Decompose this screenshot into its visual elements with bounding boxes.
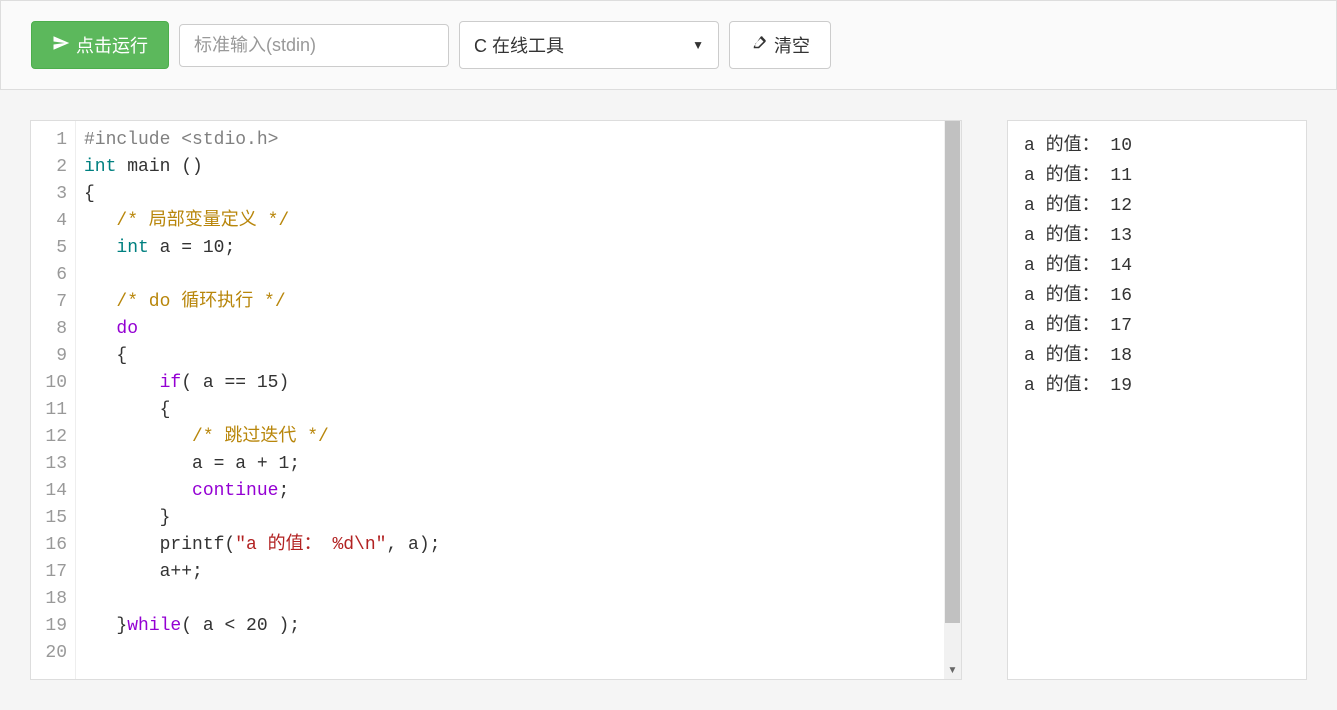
line-number: 17 (31, 559, 67, 586)
code-editor[interactable]: 1234567891011121314151617181920 #include… (30, 120, 962, 680)
scroll-thumb[interactable] (945, 121, 960, 623)
output-line: a 的值： 16 (1024, 281, 1290, 311)
line-number: 16 (31, 532, 67, 559)
line-number: 20 (31, 640, 67, 667)
line-number: 2 (31, 154, 67, 181)
line-number: 4 (31, 208, 67, 235)
clear-button-label: 清空 (774, 32, 810, 58)
line-number: 15 (31, 505, 67, 532)
run-button[interactable]: 点击运行 (31, 21, 169, 69)
line-number: 10 (31, 370, 67, 397)
output-line: a 的值： 18 (1024, 341, 1290, 371)
line-number: 8 (31, 316, 67, 343)
code-line: do (84, 316, 936, 343)
output-line: a 的值： 12 (1024, 191, 1290, 221)
line-number: 6 (31, 262, 67, 289)
line-number: 13 (31, 451, 67, 478)
toolbar: 点击运行 C 在线工具 ▼ 清空 (0, 0, 1337, 90)
code-line: { (84, 397, 936, 424)
eraser-icon (750, 34, 768, 57)
output-line: a 的值： 14 (1024, 251, 1290, 281)
output-line: a 的值： 10 (1024, 131, 1290, 161)
code-line: if( a == 15) (84, 370, 936, 397)
line-number: 19 (31, 613, 67, 640)
code-line (84, 262, 936, 289)
line-number: 12 (31, 424, 67, 451)
output-panel: a 的值： 10a 的值： 11a 的值： 12a 的值： 13a 的值： 14… (1007, 120, 1307, 680)
stdin-input[interactable] (179, 24, 449, 67)
code-line: #include <stdio.h> (84, 127, 936, 154)
output-line: a 的值： 19 (1024, 371, 1290, 401)
code-content[interactable]: #include <stdio.h>int main (){ /* 局部变量定义… (76, 121, 944, 679)
code-line (84, 586, 936, 613)
chevron-down-icon: ▼ (692, 38, 704, 52)
main-area: 1234567891011121314151617181920 #include… (0, 90, 1337, 710)
output-line: a 的值： 17 (1024, 311, 1290, 341)
code-line: /* 跳过迭代 */ (84, 424, 936, 451)
line-number: 18 (31, 586, 67, 613)
output-line: a 的值： 11 (1024, 161, 1290, 191)
code-line: /* do 循环执行 */ (84, 289, 936, 316)
output-line: a 的值： 13 (1024, 221, 1290, 251)
code-line (84, 640, 936, 667)
language-select[interactable]: C 在线工具 ▼ (459, 21, 719, 69)
line-number: 11 (31, 397, 67, 424)
line-number: 9 (31, 343, 67, 370)
code-line: a = a + 1; (84, 451, 936, 478)
line-number: 3 (31, 181, 67, 208)
scroll-down-icon[interactable]: ▼ (944, 662, 961, 679)
code-line: int a = 10; (84, 235, 936, 262)
language-select-label: C 在线工具 (474, 32, 564, 58)
scrollbar[interactable]: ▼ (944, 121, 961, 679)
code-line: } (84, 505, 936, 532)
clear-button[interactable]: 清空 (729, 21, 831, 69)
code-line: /* 局部变量定义 */ (84, 208, 936, 235)
line-gutter: 1234567891011121314151617181920 (31, 121, 76, 679)
line-number: 1 (31, 127, 67, 154)
code-line: continue; (84, 478, 936, 505)
code-line: }while( a < 20 ); (84, 613, 936, 640)
line-number: 14 (31, 478, 67, 505)
run-button-label: 点击运行 (76, 32, 148, 58)
code-line: a++; (84, 559, 936, 586)
code-line: { (84, 181, 936, 208)
line-number: 7 (31, 289, 67, 316)
send-icon (52, 34, 70, 57)
line-number: 5 (31, 235, 67, 262)
code-line: printf("a 的值： %d\n", a); (84, 532, 936, 559)
code-line: { (84, 343, 936, 370)
code-line: int main () (84, 154, 936, 181)
